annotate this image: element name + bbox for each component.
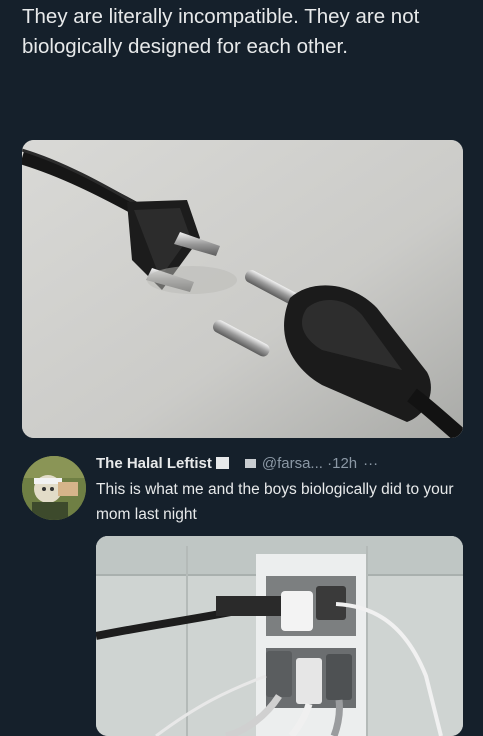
reply-handle[interactable]: @farsa... — [262, 455, 323, 472]
plugs-photo[interactable] — [22, 140, 463, 438]
reply-author-name[interactable]: The Halal Leftist — [96, 455, 212, 472]
avatar-image — [22, 456, 86, 520]
reply-time[interactable]: 12h — [332, 455, 357, 472]
badge-icon — [244, 458, 256, 468]
reply-header: The Halal Leftist @farsa... ·12h ··· — [96, 453, 469, 475]
outlets-photo[interactable] — [96, 536, 463, 736]
more-horizontal-icon[interactable]: ··· — [363, 455, 378, 472]
outlets-image — [96, 536, 463, 736]
avatar[interactable] — [22, 456, 86, 520]
quote-text: They are literally incompatible. They ar… — [22, 5, 420, 58]
plugs-image — [22, 140, 463, 438]
reply-text: This is what me and the boys biologicall… — [96, 481, 454, 523]
flag-icon — [215, 457, 229, 470]
